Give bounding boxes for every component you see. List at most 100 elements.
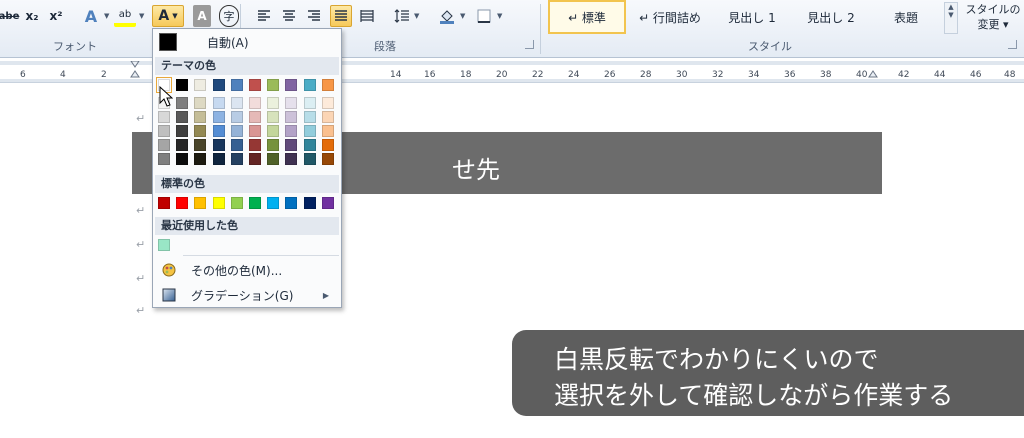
standard-color-swatch[interactable] — [267, 197, 280, 209]
theme-shade-swatch[interactable] — [176, 153, 189, 165]
chevron-down-icon[interactable]: ▼ — [139, 12, 144, 20]
theme-shade-swatch[interactable] — [158, 125, 170, 137]
theme-shade-swatch[interactable] — [285, 125, 298, 137]
theme-shade-swatch[interactable] — [249, 125, 261, 137]
font-color-button[interactable]: A ▼ — [152, 5, 184, 27]
left-indent-marker-icon[interactable] — [130, 61, 140, 83]
theme-shade-swatch[interactable] — [158, 111, 170, 123]
style-heading-2[interactable]: 見出し 2 — [792, 0, 870, 34]
auto-color-item[interactable]: 自動(A) — [155, 31, 339, 53]
justify-button[interactable] — [330, 5, 352, 27]
theme-shade-swatch[interactable] — [321, 97, 334, 109]
standard-color-swatch[interactable] — [176, 197, 189, 209]
enclose-char-button[interactable]: 字 — [219, 5, 239, 27]
line-spacing-button[interactable] — [391, 5, 413, 27]
align-center-button[interactable] — [279, 5, 299, 27]
theme-shade-swatch[interactable] — [212, 139, 225, 151]
theme-shade-swatch[interactable] — [194, 97, 207, 109]
theme-color-swatch[interactable] — [267, 79, 280, 91]
theme-shade-swatch[interactable] — [321, 153, 334, 165]
theme-shade-swatch[interactable] — [230, 153, 243, 165]
theme-shade-swatch[interactable] — [249, 97, 261, 109]
theme-color-swatch[interactable] — [249, 79, 261, 91]
standard-color-swatch[interactable] — [194, 197, 207, 209]
theme-shade-swatch[interactable] — [303, 139, 316, 151]
theme-shade-swatch[interactable] — [212, 153, 225, 165]
strikethrough-button[interactable]: abe — [0, 5, 19, 27]
theme-color-swatch[interactable] — [285, 79, 298, 91]
style-launcher-icon[interactable] — [1008, 40, 1017, 49]
style-heading-1[interactable]: 見出し 1 — [712, 0, 792, 34]
theme-shade-swatch[interactable] — [303, 97, 316, 109]
theme-color-swatch[interactable] — [230, 79, 243, 91]
highlight-button[interactable]: ab — [114, 5, 136, 27]
theme-shade-swatch[interactable] — [230, 97, 243, 109]
style-title[interactable]: 表題 — [870, 0, 942, 34]
theme-shade-swatch[interactable] — [212, 125, 225, 137]
theme-shade-swatch[interactable] — [321, 125, 334, 137]
standard-color-swatch[interactable] — [285, 197, 298, 209]
theme-shade-swatch[interactable] — [267, 97, 280, 109]
change-styles-button[interactable]: スタイルの 変更 ▾ — [962, 2, 1024, 34]
theme-shade-swatch[interactable] — [176, 139, 189, 151]
theme-shade-swatch[interactable] — [267, 111, 280, 123]
theme-shade-swatch[interactable] — [321, 111, 334, 123]
shading-button[interactable] — [436, 5, 458, 27]
text-effect-button[interactable]: A — [80, 5, 102, 27]
theme-shade-swatch[interactable] — [158, 153, 170, 165]
theme-color-swatch[interactable] — [194, 79, 207, 91]
theme-shade-swatch[interactable] — [285, 139, 298, 151]
theme-shade-swatch[interactable] — [321, 139, 334, 151]
align-left-button[interactable] — [254, 5, 274, 27]
theme-color-swatch[interactable] — [321, 79, 334, 91]
chevron-down-icon[interactable]: ▼ — [104, 12, 109, 20]
distribute-button[interactable] — [357, 5, 377, 27]
theme-shade-swatch[interactable] — [285, 111, 298, 123]
theme-shade-swatch[interactable] — [249, 153, 261, 165]
chevron-down-icon[interactable]: ▼ — [460, 12, 465, 20]
theme-color-swatch[interactable] — [176, 79, 189, 91]
recent-color-swatch[interactable] — [158, 239, 170, 251]
theme-shade-swatch[interactable] — [249, 139, 261, 151]
theme-shade-swatch[interactable] — [267, 139, 280, 151]
paragraph-launcher-icon[interactable] — [525, 40, 534, 49]
theme-shade-swatch[interactable] — [194, 153, 207, 165]
theme-shade-swatch[interactable] — [194, 111, 207, 123]
theme-shade-swatch[interactable] — [158, 139, 170, 151]
style-normal[interactable]: ↵ 標準 — [548, 0, 626, 34]
theme-shade-swatch[interactable] — [230, 125, 243, 137]
right-indent-marker-icon[interactable] — [868, 61, 878, 83]
theme-shade-swatch[interactable] — [176, 97, 189, 109]
standard-color-swatch[interactable] — [230, 197, 243, 209]
theme-shade-swatch[interactable] — [303, 153, 316, 165]
chevron-down-icon[interactable]: ▼ — [414, 12, 419, 20]
theme-shade-swatch[interactable] — [194, 125, 207, 137]
theme-shade-swatch[interactable] — [249, 111, 261, 123]
subscript-button[interactable]: x₂ — [22, 5, 42, 27]
theme-shade-swatch[interactable] — [285, 97, 298, 109]
theme-shade-swatch[interactable] — [267, 153, 280, 165]
theme-shade-swatch[interactable] — [303, 111, 316, 123]
chevron-down-icon[interactable]: ▼ — [497, 12, 502, 20]
style-no-spacing[interactable]: ↵ 行間詰め — [628, 0, 712, 34]
standard-color-swatch[interactable] — [212, 197, 225, 209]
theme-color-swatch[interactable] — [303, 79, 316, 91]
gradient-item[interactable]: グラデーション(G) ▶ — [155, 283, 339, 307]
standard-color-swatch[interactable] — [321, 197, 334, 209]
standard-color-swatch[interactable] — [303, 197, 316, 209]
align-right-button[interactable] — [304, 5, 324, 27]
theme-shade-swatch[interactable] — [212, 97, 225, 109]
theme-shade-swatch[interactable] — [230, 111, 243, 123]
char-shading-button[interactable]: A — [193, 5, 211, 27]
standard-color-swatch[interactable] — [158, 197, 170, 209]
theme-shade-swatch[interactable] — [176, 125, 189, 137]
theme-shade-swatch[interactable] — [212, 111, 225, 123]
theme-color-swatch[interactable] — [212, 79, 225, 91]
theme-shade-swatch[interactable] — [230, 139, 243, 151]
standard-color-swatch[interactable] — [249, 197, 261, 209]
theme-shade-swatch[interactable] — [285, 153, 298, 165]
theme-shade-swatch[interactable] — [303, 125, 316, 137]
gallery-more-button[interactable]: ▲ ▼ — [944, 2, 958, 34]
superscript-button[interactable]: x² — [46, 5, 66, 27]
theme-shade-swatch[interactable] — [176, 111, 189, 123]
